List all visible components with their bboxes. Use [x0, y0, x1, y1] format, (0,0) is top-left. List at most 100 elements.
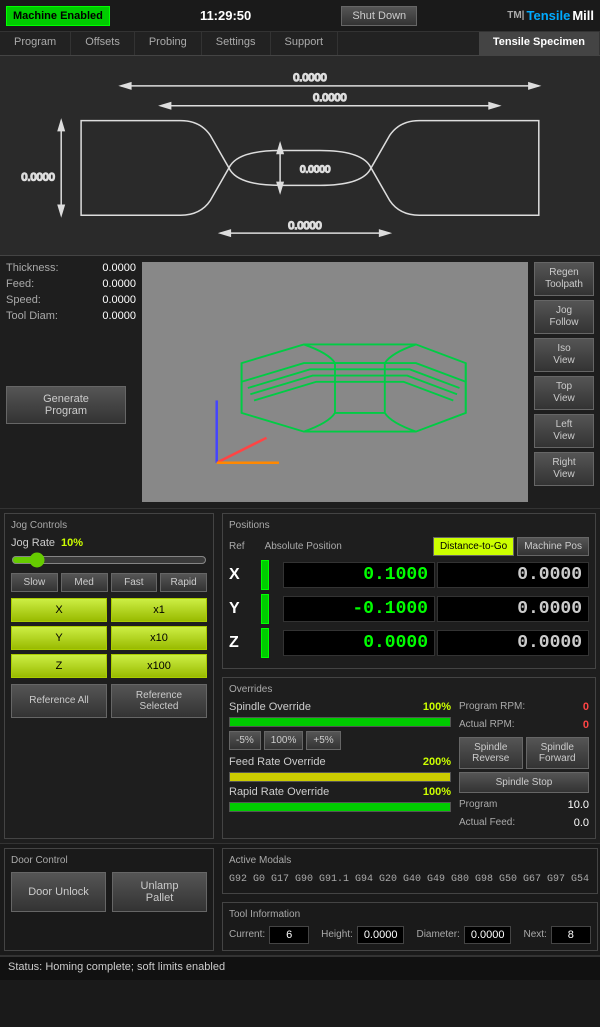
feed-label: Feed:: [6, 278, 34, 290]
generate-program-button[interactable]: Generate Program: [6, 386, 126, 424]
nav-probing[interactable]: Probing: [135, 32, 202, 55]
z-label: Z: [229, 634, 259, 652]
status-bar: Status: Homing complete; soft limits ena…: [0, 956, 600, 980]
feed-progress-fill: [230, 773, 450, 781]
status-text: Homing complete; soft limits enabled: [45, 961, 225, 973]
top-view-button[interactable]: TopView: [534, 376, 594, 410]
diameter-value: 0.0000: [464, 926, 512, 944]
bottom-panels: Jog Controls Jog Rate 10% Slow Med Fast …: [0, 509, 600, 844]
reference-all-button[interactable]: Reference All: [11, 684, 107, 718]
rapid-progress-fill: [230, 803, 450, 811]
spindle-override-value: 100%: [423, 701, 451, 713]
spindle-minus-button[interactable]: -5%: [229, 731, 261, 750]
z-position-row: Z 0.0000 0.0000: [229, 628, 589, 658]
y-axis-button[interactable]: Y: [11, 626, 107, 650]
shutdown-button[interactable]: Shut Down: [341, 6, 417, 26]
right-view-button[interactable]: RightView: [534, 452, 594, 486]
speed-value: 0.0000: [102, 294, 136, 306]
svg-text:0.0000: 0.0000: [21, 171, 54, 183]
3d-preview-svg: [142, 262, 528, 502]
spindle-override-label: Spindle Override: [229, 701, 311, 713]
nav-program[interactable]: Program: [0, 32, 71, 55]
z-ref-indicator: [261, 628, 269, 658]
svg-text:0.0000: 0.0000: [293, 72, 326, 84]
next-tool-field: Next: 8: [523, 926, 590, 944]
jog-slider-container: [11, 555, 207, 567]
program-feed-row: Program 10.0: [459, 799, 589, 811]
spindle-progress-fill: [230, 718, 450, 726]
nav-support[interactable]: Support: [271, 32, 339, 55]
svg-text:0.0000: 0.0000: [300, 164, 331, 175]
door-unlock-button[interactable]: Door Unlock: [11, 872, 106, 912]
reference-selected-button[interactable]: ReferenceSelected: [111, 684, 207, 718]
nav-active-label: Tensile Specimen: [479, 32, 600, 55]
x-axis-button[interactable]: X: [11, 598, 107, 622]
height-field: Height: 0.0000: [321, 926, 404, 944]
x10-button[interactable]: x10: [111, 626, 207, 650]
logo-tensile: Tensile: [526, 8, 570, 23]
view-buttons: RegenToolpath JogFollow IsoView TopView …: [534, 262, 594, 502]
spindle-progress-bg: [229, 717, 451, 727]
jog-rate-label: Jog Rate: [11, 537, 55, 549]
door-panel-title: Door Control: [11, 855, 207, 866]
modals-text: G92 G0 G17 G90 G91.1 G94 G20 G40 G49 G80…: [229, 872, 591, 887]
left-view-button[interactable]: LeftView: [534, 414, 594, 448]
program-rpm-value: 0: [583, 701, 589, 713]
drawing-svg: 0.0000 0.0000 0.0000 0.0000: [0, 56, 600, 255]
spindle-100-button[interactable]: 100%: [264, 731, 304, 750]
y-other-value: 0.0000: [437, 596, 589, 622]
tool-info-row: Current: 6 Height: 0.0000 Diameter: 0.00…: [229, 926, 591, 944]
speed-label: Speed:: [6, 294, 41, 306]
actual-rpm-row: Actual RPM: 0: [459, 719, 589, 731]
rapid-override-value: 100%: [423, 786, 451, 798]
right-column: Positions Ref Absolute Position Distance…: [218, 509, 600, 843]
unlamp-pallet-button[interactable]: UnlampPallet: [112, 872, 207, 912]
feed-value: 0.0000: [102, 278, 136, 290]
diameter-field: Diameter: 0.0000: [416, 926, 511, 944]
feed-override-value: 200%: [423, 756, 451, 768]
spindle-stop-button[interactable]: Spindle Stop: [459, 772, 589, 793]
overrides-panel: Overrides Spindle Override 100% -5% 100%…: [222, 677, 596, 839]
med-button[interactable]: Med: [61, 573, 108, 592]
x-other-value: 0.0000: [437, 562, 589, 588]
fast-button[interactable]: Fast: [111, 573, 158, 592]
jog-follow-button[interactable]: JogFollow: [534, 300, 594, 334]
feed-row: Feed: 0.0000: [6, 278, 136, 290]
svg-text:0.0000: 0.0000: [288, 220, 321, 232]
program-feed-value: 10.0: [568, 799, 589, 811]
positions-title: Positions: [229, 520, 589, 531]
lower-panels: Door Control Door Unlock UnlampPallet Ac…: [0, 844, 600, 956]
spindle-reverse-button[interactable]: SpindleReverse: [459, 737, 523, 769]
regen-toolpath-button[interactable]: RegenToolpath: [534, 262, 594, 296]
nav-offsets[interactable]: Offsets: [71, 32, 135, 55]
actual-feed-value: 0.0: [574, 817, 589, 829]
height-label: Height:: [321, 929, 353, 940]
spindle-plus-button[interactable]: +5%: [306, 731, 340, 750]
machine-status: Machine Enabled: [6, 6, 110, 26]
actual-rpm-label: Actual RPM:: [459, 719, 515, 731]
nav-settings[interactable]: Settings: [202, 32, 271, 55]
x1-button[interactable]: x1: [111, 598, 207, 622]
rapid-button[interactable]: Rapid: [160, 573, 207, 592]
door-buttons: Door Unlock UnlampPallet: [11, 872, 207, 912]
iso-view-button[interactable]: IsoView: [534, 338, 594, 372]
door-control-panel: Door Control Door Unlock UnlampPallet: [4, 848, 214, 951]
slow-button[interactable]: Slow: [11, 573, 58, 592]
jog-rate-slider[interactable]: [11, 556, 207, 564]
drawing-area: 0.0000 0.0000 0.0000 0.0000: [0, 56, 600, 256]
thickness-label: Thickness:: [6, 262, 59, 274]
x-label: X: [229, 566, 259, 584]
actual-feed-row: Actual Feed: 0.0: [459, 817, 589, 829]
tool-diam-row: Tool Diam: 0.0000: [6, 310, 136, 322]
machine-pos-tab[interactable]: Machine Pos: [517, 537, 589, 556]
dtg-tab[interactable]: Distance-to-Go: [433, 537, 514, 556]
jog-controls-panel: Jog Controls Jog Rate 10% Slow Med Fast …: [4, 513, 214, 839]
spindle-override-buttons: -5% 100% +5%: [229, 731, 451, 750]
logo-tm: TM|: [507, 10, 524, 21]
x100-button[interactable]: x100: [111, 654, 207, 678]
x-abs-value: 0.1000: [283, 562, 435, 588]
tool-info-title: Tool Information: [229, 909, 591, 920]
spindle-forward-button[interactable]: SpindleForward: [526, 737, 590, 769]
jog-rate-value: 10%: [61, 537, 83, 549]
z-axis-button[interactable]: Z: [11, 654, 107, 678]
